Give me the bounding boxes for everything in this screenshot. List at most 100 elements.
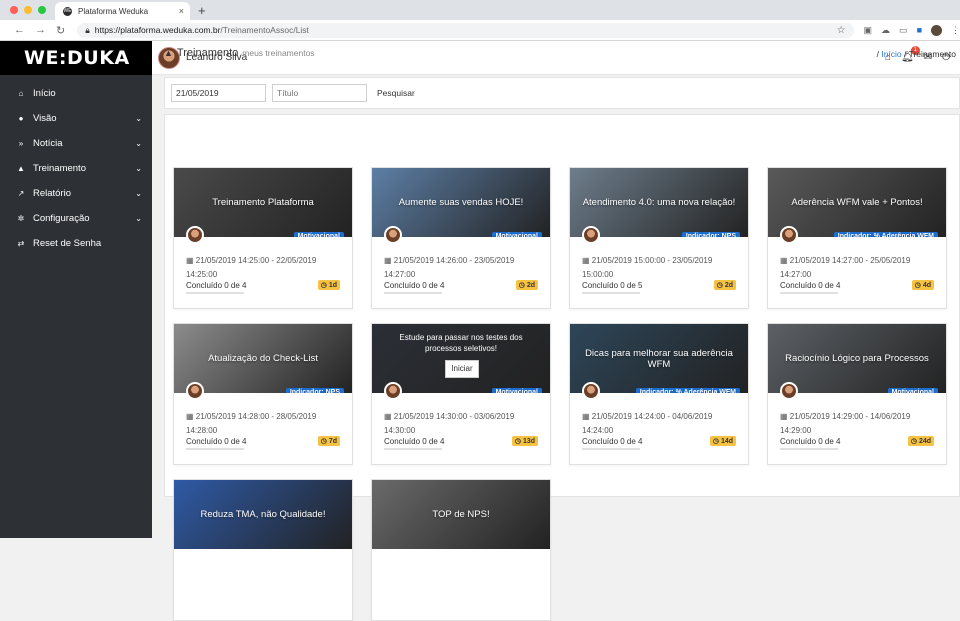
training-card[interactable]: Atendimento 4.0: uma nova relação! Indica… [569, 167, 749, 309]
author-avatar [582, 382, 600, 400]
date-range: 21/05/2019 14:29:00 - 14/06/2019 [789, 412, 911, 421]
chevron-down-icon: ⌄ [135, 114, 142, 123]
cast-icon[interactable]: ▭ [899, 25, 908, 36]
bookmark-star-icon[interactable]: ☆ [837, 25, 846, 36]
training-cover-image[interactable]: Reduza TMA, não Qualidade! [174, 480, 352, 549]
training-card[interactable]: Atualização do Check-List Indicador: NPS ▦… [173, 323, 353, 465]
sidebar-item-treinamento[interactable]: ▲ Treinamento ⌄ [0, 156, 152, 181]
training-dates: ▦ 21/05/2019 14:29:00 - 14/06/2019 14:29:… [768, 410, 918, 438]
clock-icon: ◷ [514, 438, 523, 445]
training-card[interactable]: Aumente suas vendas HOJE! Motivacional ▦ 2… [371, 167, 551, 309]
end-time: 15:00:00 [582, 270, 614, 279]
training-dates: ▦ 21/05/2019 15:00:00 - 23/05/2019 15:00:… [570, 254, 720, 282]
new-tab-icon[interactable]: + [198, 3, 206, 18]
rss-icon: » [18, 139, 24, 148]
sidebar-item-vis-o[interactable]: ● Visão ⌄ [0, 106, 152, 131]
training-title: TOP de NPS! [432, 509, 490, 520]
progress-bar [384, 292, 442, 294]
training-title: Reduza TMA, não Qualidade! [200, 509, 326, 520]
days-value: 2d [526, 282, 535, 289]
sidebar-item-label: Relatório [33, 188, 72, 199]
training-card[interactable]: Treinamento Plataforma Motivacional ▦ 21/0… [173, 167, 353, 309]
training-cover-image[interactable]: Estude para passar nos testes dos proces… [372, 324, 550, 393]
extension-blue-icon[interactable]: ■ [917, 25, 922, 35]
author-avatar [780, 226, 798, 244]
home-icon: ⌂ [18, 89, 24, 98]
training-card[interactable]: Raciocínio Lógico para Processos Motivaci… [767, 323, 947, 465]
clock-icon: ◷ [914, 282, 923, 289]
browser-tab[interactable]: WE Plataforma Weduka × [55, 2, 190, 20]
training-cover-image[interactable]: Treinamento Plataforma Motivacional [174, 168, 352, 237]
progress-bar [780, 448, 838, 450]
minimize-window-button[interactable] [24, 6, 32, 14]
training-dates: ▦ 21/05/2019 14:26:00 - 23/05/2019 14:27:… [372, 254, 522, 282]
category-tag: Indicador: NPS [681, 232, 740, 237]
training-card[interactable]: Reduza TMA, não Qualidade! [173, 479, 353, 621]
date-range: 21/05/2019 14:25:00 - 22/05/2019 [195, 256, 317, 265]
extension-icon[interactable]: ▣ [864, 25, 873, 36]
training-dates: ▦ 21/05/2019 14:30:00 - 03/06/2019 14:30:… [372, 410, 522, 438]
author-avatar [780, 382, 798, 400]
sidebar-item-in-cio[interactable]: ⌂ Início [0, 81, 152, 106]
training-card[interactable]: TOP de NPS! [371, 479, 551, 621]
sidebar-item-configura-o[interactable]: ✲ Configuração ⌄ [0, 206, 152, 231]
profile-avatar-icon[interactable] [931, 24, 942, 36]
breadcrumb-home-link[interactable]: Início [881, 49, 901, 59]
sidebar-item-label: Visão [33, 113, 57, 124]
search-button[interactable]: Pesquisar [377, 88, 415, 98]
chevron-down-icon: ⌄ [135, 139, 142, 148]
title-search-input[interactable] [272, 84, 367, 102]
sidebar-item-reset-de-senha[interactable]: ⇄ Reset de Senha [0, 231, 152, 256]
category-tag: Motivacional [491, 232, 542, 237]
days-remaining-badge: ◷ 24d [907, 436, 934, 446]
date-range: 21/05/2019 14:28:00 - 28/05/2019 [195, 412, 317, 421]
training-card[interactable]: Estude para passar nos testes dos proces… [371, 323, 551, 465]
close-window-button[interactable] [10, 6, 18, 14]
end-time: 14:27:00 [384, 270, 416, 279]
training-cover-image[interactable]: Atendimento 4.0: uma nova relação! Indica… [570, 168, 748, 237]
calendar-icon: ▦ [780, 256, 790, 265]
window-controls [10, 6, 46, 14]
reload-icon[interactable]: ↻ [56, 24, 65, 37]
sidebar-item-label: Treinamento [33, 163, 86, 174]
maximize-window-button[interactable] [38, 6, 46, 14]
training-title: Treinamento Plataforma [212, 197, 314, 208]
sidebar-item-relat-rio[interactable]: ↗ Relatório ⌄ [0, 181, 152, 206]
logo[interactable]: WE:DUKA [0, 41, 152, 75]
browser-menu-icon[interactable]: ⋮ [951, 25, 960, 36]
training-cover-image[interactable]: Aumente suas vendas HOJE! Motivacional [372, 168, 550, 237]
back-icon[interactable]: ← [14, 24, 25, 37]
sidebar-item-label: Notícia [33, 138, 63, 149]
days-value: 2d [724, 282, 733, 289]
training-cover-image[interactable]: Atualização do Check-List Indicador: NPS [174, 324, 352, 393]
training-card[interactable]: Dicas para melhorar sua aderência WFM Ind… [569, 323, 749, 465]
training-dates: ▦ 21/05/2019 14:24:00 - 04/06/2019 14:24:… [570, 410, 720, 438]
clock-icon: ◷ [910, 438, 919, 445]
training-cover-image[interactable]: Raciocínio Lógico para Processos Motivaci… [768, 324, 946, 393]
training-title: Atendimento 4.0: uma nova relação! [582, 197, 736, 208]
category-tag: Motivacional [491, 388, 542, 393]
training-cover-image[interactable]: Aderência WFM vale + Pontos! Indicador: %… [768, 168, 946, 237]
training-card[interactable]: Aderência WFM vale + Pontos! Indicador: %… [767, 167, 947, 309]
sidebar-item-not-cia[interactable]: » Notícia ⌄ [0, 131, 152, 156]
training-dates: ▦ 21/05/2019 14:25:00 - 22/05/2019 14:25:… [174, 254, 324, 282]
user-icon: ● [18, 114, 24, 123]
start-training-button[interactable]: Iniciar [445, 360, 479, 378]
date-range: 21/05/2019 15:00:00 - 23/05/2019 [591, 256, 713, 265]
completion-text: Concluído 0 de 4 [780, 437, 841, 446]
browser-tabbar: WE Plataforma Weduka × + [0, 0, 960, 20]
sidebar-item-label: Início [33, 88, 56, 99]
days-value: 1d [328, 282, 337, 289]
end-time: 14:29:00 [780, 426, 812, 435]
calendar-icon: ▦ [780, 412, 790, 421]
training-dates: ▦ 21/05/2019 14:27:00 - 25/05/2019 14:27:… [768, 254, 918, 282]
close-tab-icon[interactable]: × [179, 6, 184, 16]
url-field[interactable]: 🔒︎ https://plataforma.weduka.com.br/Trei… [77, 22, 854, 38]
date-input[interactable] [171, 84, 266, 102]
training-cover-image[interactable]: Dicas para melhorar sua aderência WFM Ind… [570, 324, 748, 393]
cloud-icon[interactable]: ☁ [881, 25, 890, 36]
forward-icon[interactable]: → [35, 24, 46, 37]
training-cover-image[interactable]: TOP de NPS! [372, 480, 550, 549]
date-range: 21/05/2019 14:26:00 - 23/05/2019 [393, 256, 515, 265]
author-avatar [582, 226, 600, 244]
